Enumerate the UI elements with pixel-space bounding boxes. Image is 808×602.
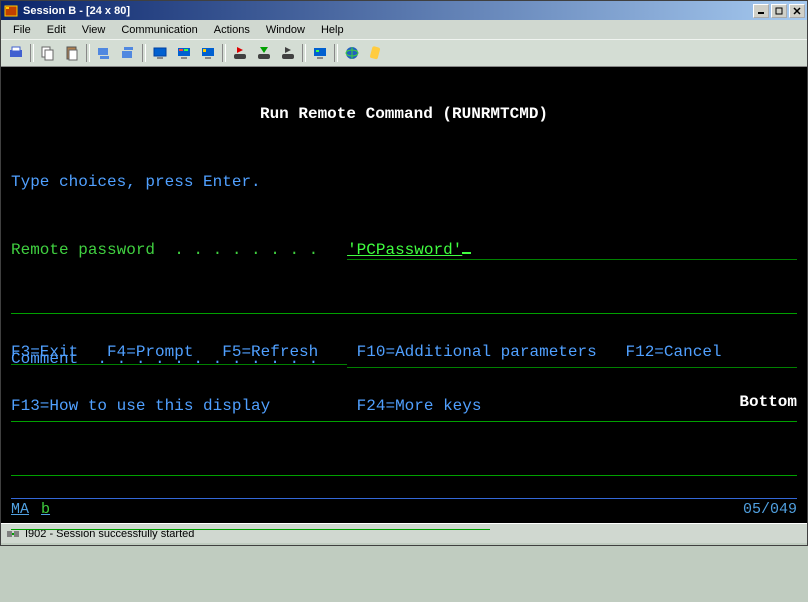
macro-record-icon[interactable] [277,42,299,64]
operator-info-area: MA b 05/049 [11,498,797,519]
screen-title: Run Remote Command (RUNRMTCMD) [11,105,797,123]
field-continuation-line [11,458,797,476]
remote-password-input[interactable]: 'PCPassword' [347,241,797,260]
remote-password-label: Remote password . . . . . . . . [11,241,347,260]
toolbar [1,39,807,67]
menu-edit[interactable]: Edit [39,22,74,38]
minimize-button[interactable] [753,4,769,18]
menu-actions[interactable]: Actions [206,22,258,38]
menu-view[interactable]: View [74,22,114,38]
menu-help[interactable]: Help [313,22,352,38]
menubar: File Edit View Communication Actions Win… [1,20,807,39]
print-screen-icon[interactable] [5,42,27,64]
oia-ma: MA [11,501,29,518]
connect-icon[interactable] [341,42,363,64]
session-icon[interactable] [309,42,331,64]
menu-window[interactable]: Window [258,22,313,38]
cursor-icon [462,252,471,254]
fkeys-line2: F13=How to use this display F24=More key… [11,397,722,415]
menu-communication[interactable]: Communication [113,22,205,38]
titlebar: Session B - [24 x 80] [1,1,807,20]
instruction-text: Type choices, press Enter. [11,173,797,191]
separator-icon [301,42,307,64]
fkeys-line1: F3=Exit F4=Prompt F5=Refresh F10=Additio… [11,343,722,361]
paste-icon[interactable] [61,42,83,64]
send-icon[interactable] [93,42,115,64]
macro-play-icon[interactable] [229,42,251,64]
function-keys: F3=Exit F4=Prompt F5=Refresh F10=Additio… [11,307,722,451]
menu-file[interactable]: File [5,22,39,38]
macro-stop-icon[interactable] [253,42,275,64]
separator-icon [141,42,147,64]
oia-b: b [41,501,50,518]
separator-icon [29,42,35,64]
separator-icon [333,42,339,64]
cursor-position: 05/049 [743,501,797,519]
color-display-icon[interactable] [173,42,195,64]
remap-icon[interactable] [197,42,219,64]
separator-icon [85,42,91,64]
maximize-button[interactable] [771,4,787,18]
bottom-indicator: Bottom [739,393,797,411]
help-icon[interactable] [365,42,387,64]
close-button[interactable] [789,4,805,18]
titlebar-text: Session B - [24 x 80] [23,5,751,17]
oia-left: MA b [11,501,50,519]
terminal[interactable]: Run Remote Command (RUNRMTCMD) Type choi… [1,67,807,523]
receive-icon[interactable] [117,42,139,64]
remote-password-value: 'PCPassword' [347,241,462,259]
separator-icon [221,42,227,64]
copy-icon[interactable] [37,42,59,64]
display-icon[interactable] [149,42,171,64]
app-icon [3,3,19,19]
